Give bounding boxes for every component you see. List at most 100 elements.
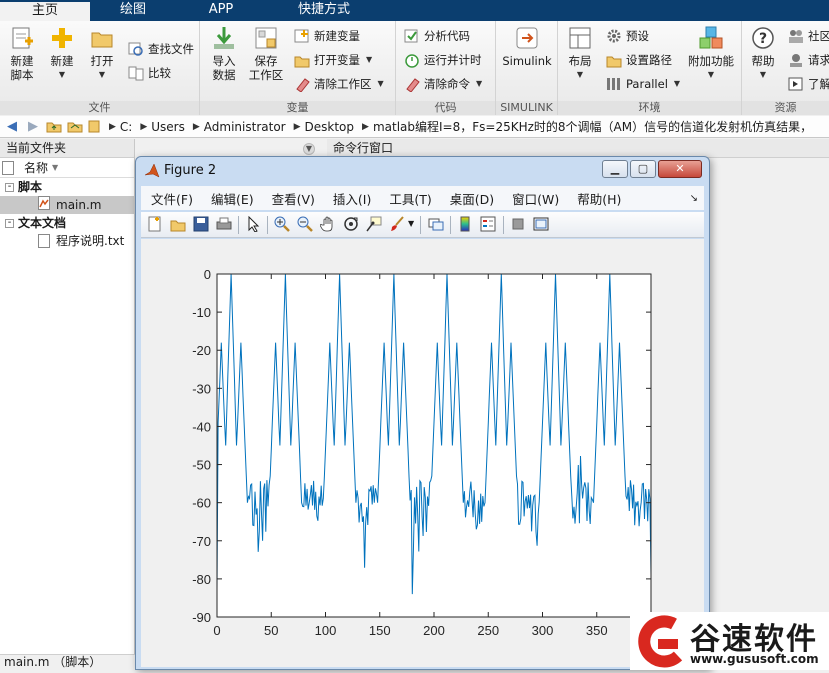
plus-icon <box>49 25 75 51</box>
learn-matlab-button[interactable]: 了解 <box>788 74 829 94</box>
figure-titlebar[interactable]: Figure 2 ▁ ▢ ✕ <box>136 157 709 185</box>
back-icon[interactable]: ◀ <box>3 119 21 135</box>
chevron-down-icon: ▼ <box>576 70 584 79</box>
run-and-time-button[interactable]: 运行并计时 <box>404 50 482 70</box>
crumb-separator-icon: ▶ <box>140 121 148 132</box>
ribbon-group-simulink: Simulink SIMULINK <box>496 21 558 115</box>
y-tick-label: -70 <box>192 534 211 549</box>
menu-window[interactable]: 窗口(W) <box>502 189 567 208</box>
panel-actions-icon[interactable]: ▼ <box>303 143 315 155</box>
brush-icon[interactable] <box>389 216 405 232</box>
zoom-in-icon[interactable] <box>274 216 290 232</box>
menu-view[interactable]: 查看(V) <box>262 189 323 208</box>
menu-edit[interactable]: 编辑(E) <box>201 189 262 208</box>
up-folder-icon[interactable] <box>45 119 63 135</box>
current-folder-title: 当前文件夹 <box>0 139 134 158</box>
compare-button[interactable]: 比较 <box>128 63 171 83</box>
ribbon-group-code-label: 代码 <box>396 101 495 115</box>
spectrum-plot: 0501001502002503003504000-10-20-30-40-50… <box>192 267 662 638</box>
tree-group-scripts[interactable]: - 脚本 <box>0 178 134 196</box>
clear-workspace-button[interactable]: 清除工作区 ▼ <box>294 74 384 94</box>
addons-button[interactable]: 附加功能 ▼ <box>686 25 736 82</box>
open-button[interactable]: 打开 ▼ <box>86 25 118 82</box>
list-item[interactable]: main.m <box>0 195 134 214</box>
community-button[interactable]: 社区 <box>788 26 829 46</box>
chevron-down-icon: ▼ <box>476 79 483 88</box>
maximize-button[interactable]: ▢ <box>630 160 656 178</box>
help-button[interactable]: ? 帮助 ▼ <box>748 25 778 82</box>
new-label: 新建 <box>50 54 74 68</box>
request-support-button[interactable]: 请求 <box>788 50 829 70</box>
breadcrumb-administrator[interactable]: Administrator <box>204 120 286 134</box>
chevron-down-icon: ▼ <box>707 70 715 79</box>
parallel-label: Parallel <box>626 77 668 91</box>
layout-button[interactable]: 布局 ▼ <box>562 25 598 82</box>
set-path-button[interactable]: 设置路径 <box>606 50 672 70</box>
figure-menubar: 文件(F) 编辑(E) 查看(V) 插入(I) 工具(T) 桌面(D) 窗口(W… <box>141 186 704 210</box>
open-variable-button[interactable]: 打开变量 ▼ <box>294 50 372 70</box>
breadcrumb-c[interactable]: C: <box>120 120 132 134</box>
menu-desktop[interactable]: 桌面(D) <box>440 189 502 208</box>
tree-group-text-docs[interactable]: - 文本文档 <box>0 214 134 232</box>
find-files-button[interactable]: 查找文件 <box>128 39 194 59</box>
save-workspace-label: 保存 工作区 <box>248 54 284 82</box>
hide-plot-tools-icon[interactable] <box>510 216 526 232</box>
list-item[interactable]: 程序说明.txt <box>0 232 134 250</box>
breadcrumb-project-folder[interactable]: matlab编程I=8，Fs=25KHz时的8个调幅（AM）信号的信道化发射机仿… <box>373 118 812 135</box>
toolbar-separator <box>238 216 239 234</box>
clear-commands-button[interactable]: 清除命令 ▼ <box>404 74 482 94</box>
figure-title: Figure 2 <box>164 163 217 178</box>
import-data-button[interactable]: 导入 数据 <box>206 25 242 82</box>
chevron-down-icon[interactable]: ▼ <box>408 219 414 228</box>
save-icon[interactable] <box>193 216 209 232</box>
breadcrumb-desktop[interactable]: Desktop <box>305 120 355 134</box>
pan-hand-icon[interactable] <box>319 216 336 232</box>
new-script-button[interactable]: 新建 脚本 <box>4 25 40 82</box>
forward-icon[interactable]: ▶ <box>24 119 42 135</box>
minimize-button[interactable]: ▁ <box>602 160 628 178</box>
folder-column-header[interactable]: 名称 ▼ <box>0 158 134 178</box>
menu-insert[interactable]: 插入(I) <box>323 189 379 208</box>
tab-shortcuts[interactable]: 快捷方式 <box>266 0 382 21</box>
menu-tools[interactable]: 工具(T) <box>379 189 439 208</box>
save-workspace-button[interactable]: 保存 工作区 <box>246 25 286 82</box>
ribbon-group-resources-label: 资源 <box>742 101 829 115</box>
tab-plots[interactable]: 绘图 <box>90 0 176 21</box>
analyze-code-button[interactable]: 分析代码 <box>404 26 470 46</box>
new-button[interactable]: 新建 ▼ <box>44 25 80 82</box>
colorbar-icon[interactable] <box>457 216 473 232</box>
browse-folder-icon[interactable] <box>66 119 84 135</box>
new-figure-icon[interactable] <box>147 216 163 232</box>
x-tick-label: 50 <box>264 623 278 638</box>
print-icon[interactable] <box>216 216 232 232</box>
data-cursor-icon[interactable] <box>366 216 382 232</box>
menu-help[interactable]: 帮助(H) <box>567 189 629 208</box>
simulink-button[interactable]: Simulink <box>502 25 552 68</box>
collapse-icon[interactable]: - <box>5 217 14 228</box>
tab-home[interactable]: 主页 <box>0 0 90 21</box>
pointer-icon[interactable] <box>245 215 261 233</box>
ribbon-group-simulink-label: SIMULINK <box>496 101 557 115</box>
folder-icon <box>87 119 101 135</box>
show-plot-tools-icon[interactable] <box>533 216 549 232</box>
column-name-label: 名称 <box>24 161 49 175</box>
toolbar-separator <box>267 216 268 234</box>
legend-icon[interactable] <box>480 216 496 232</box>
gear-icon <box>606 28 622 44</box>
close-button[interactable]: ✕ <box>658 160 702 178</box>
new-variable-button[interactable]: 新建变量 <box>294 26 360 46</box>
collapse-icon[interactable]: - <box>5 181 14 192</box>
parallel-button[interactable]: Parallel ▼ <box>606 74 680 94</box>
menu-file[interactable]: 文件(F) <box>141 189 201 208</box>
dock-arrow-icon[interactable]: ↘ <box>690 193 698 204</box>
tab-apps[interactable]: APP <box>176 0 266 21</box>
analyze-code-icon <box>404 28 420 44</box>
new-script-icon <box>9 25 35 51</box>
open-file-icon[interactable] <box>170 216 186 232</box>
breadcrumb-users[interactable]: Users <box>151 120 185 134</box>
help-label: 帮助 <box>751 54 775 68</box>
link-plot-icon[interactable] <box>428 216 444 232</box>
preferences-button[interactable]: 预设 <box>606 26 649 46</box>
rotate-3d-icon[interactable] <box>343 216 359 232</box>
zoom-out-icon[interactable] <box>297 216 313 232</box>
